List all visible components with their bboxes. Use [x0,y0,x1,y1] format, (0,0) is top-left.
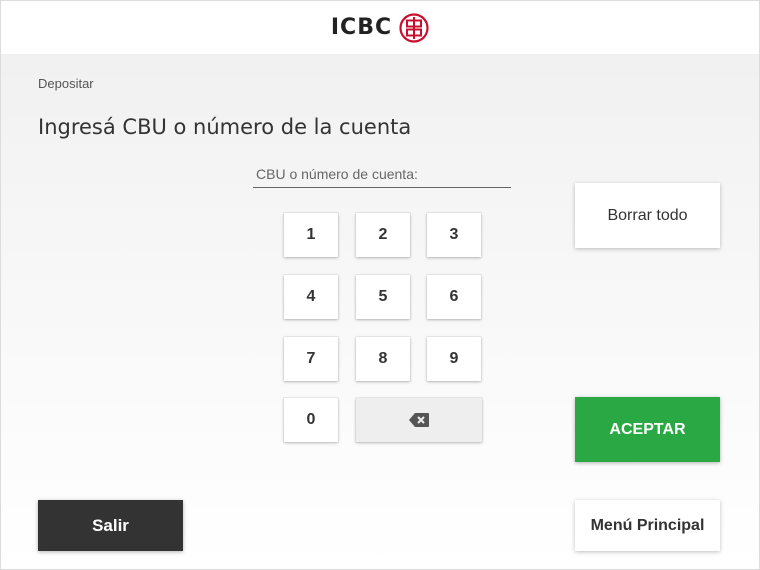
key-6[interactable]: 6 [427,275,481,319]
clear-all-button[interactable]: Borrar todo [575,183,720,248]
key-3[interactable]: 3 [427,213,481,257]
key-5[interactable]: 5 [356,275,410,319]
page-title: Ingresá CBU o número de la cuenta [38,115,412,139]
icbc-emblem-icon [399,12,429,43]
key-0[interactable]: 0 [284,398,338,442]
atm-screen: ICBC Depositar Ingresá CBU o número de l… [0,0,760,570]
exit-button[interactable]: Salir [38,500,183,551]
key-2[interactable]: 2 [356,213,410,257]
icbc-logo: ICBC [330,12,429,43]
header: ICBC [1,1,759,54]
breadcrumb: Depositar [38,76,94,91]
account-field[interactable] [253,161,511,188]
key-8[interactable]: 8 [356,337,410,381]
key-7[interactable]: 7 [284,337,338,381]
backspace-icon [409,413,429,427]
key-9[interactable]: 9 [427,337,481,381]
key-4[interactable]: 4 [284,275,338,319]
brand-name: ICBC [330,15,393,40]
backspace-button[interactable] [356,398,482,442]
main-menu-button[interactable]: Menú Principal [575,500,720,551]
account-number-input[interactable] [253,161,511,187]
accept-button[interactable]: ACEPTAR [575,397,720,462]
key-1[interactable]: 1 [284,213,338,257]
